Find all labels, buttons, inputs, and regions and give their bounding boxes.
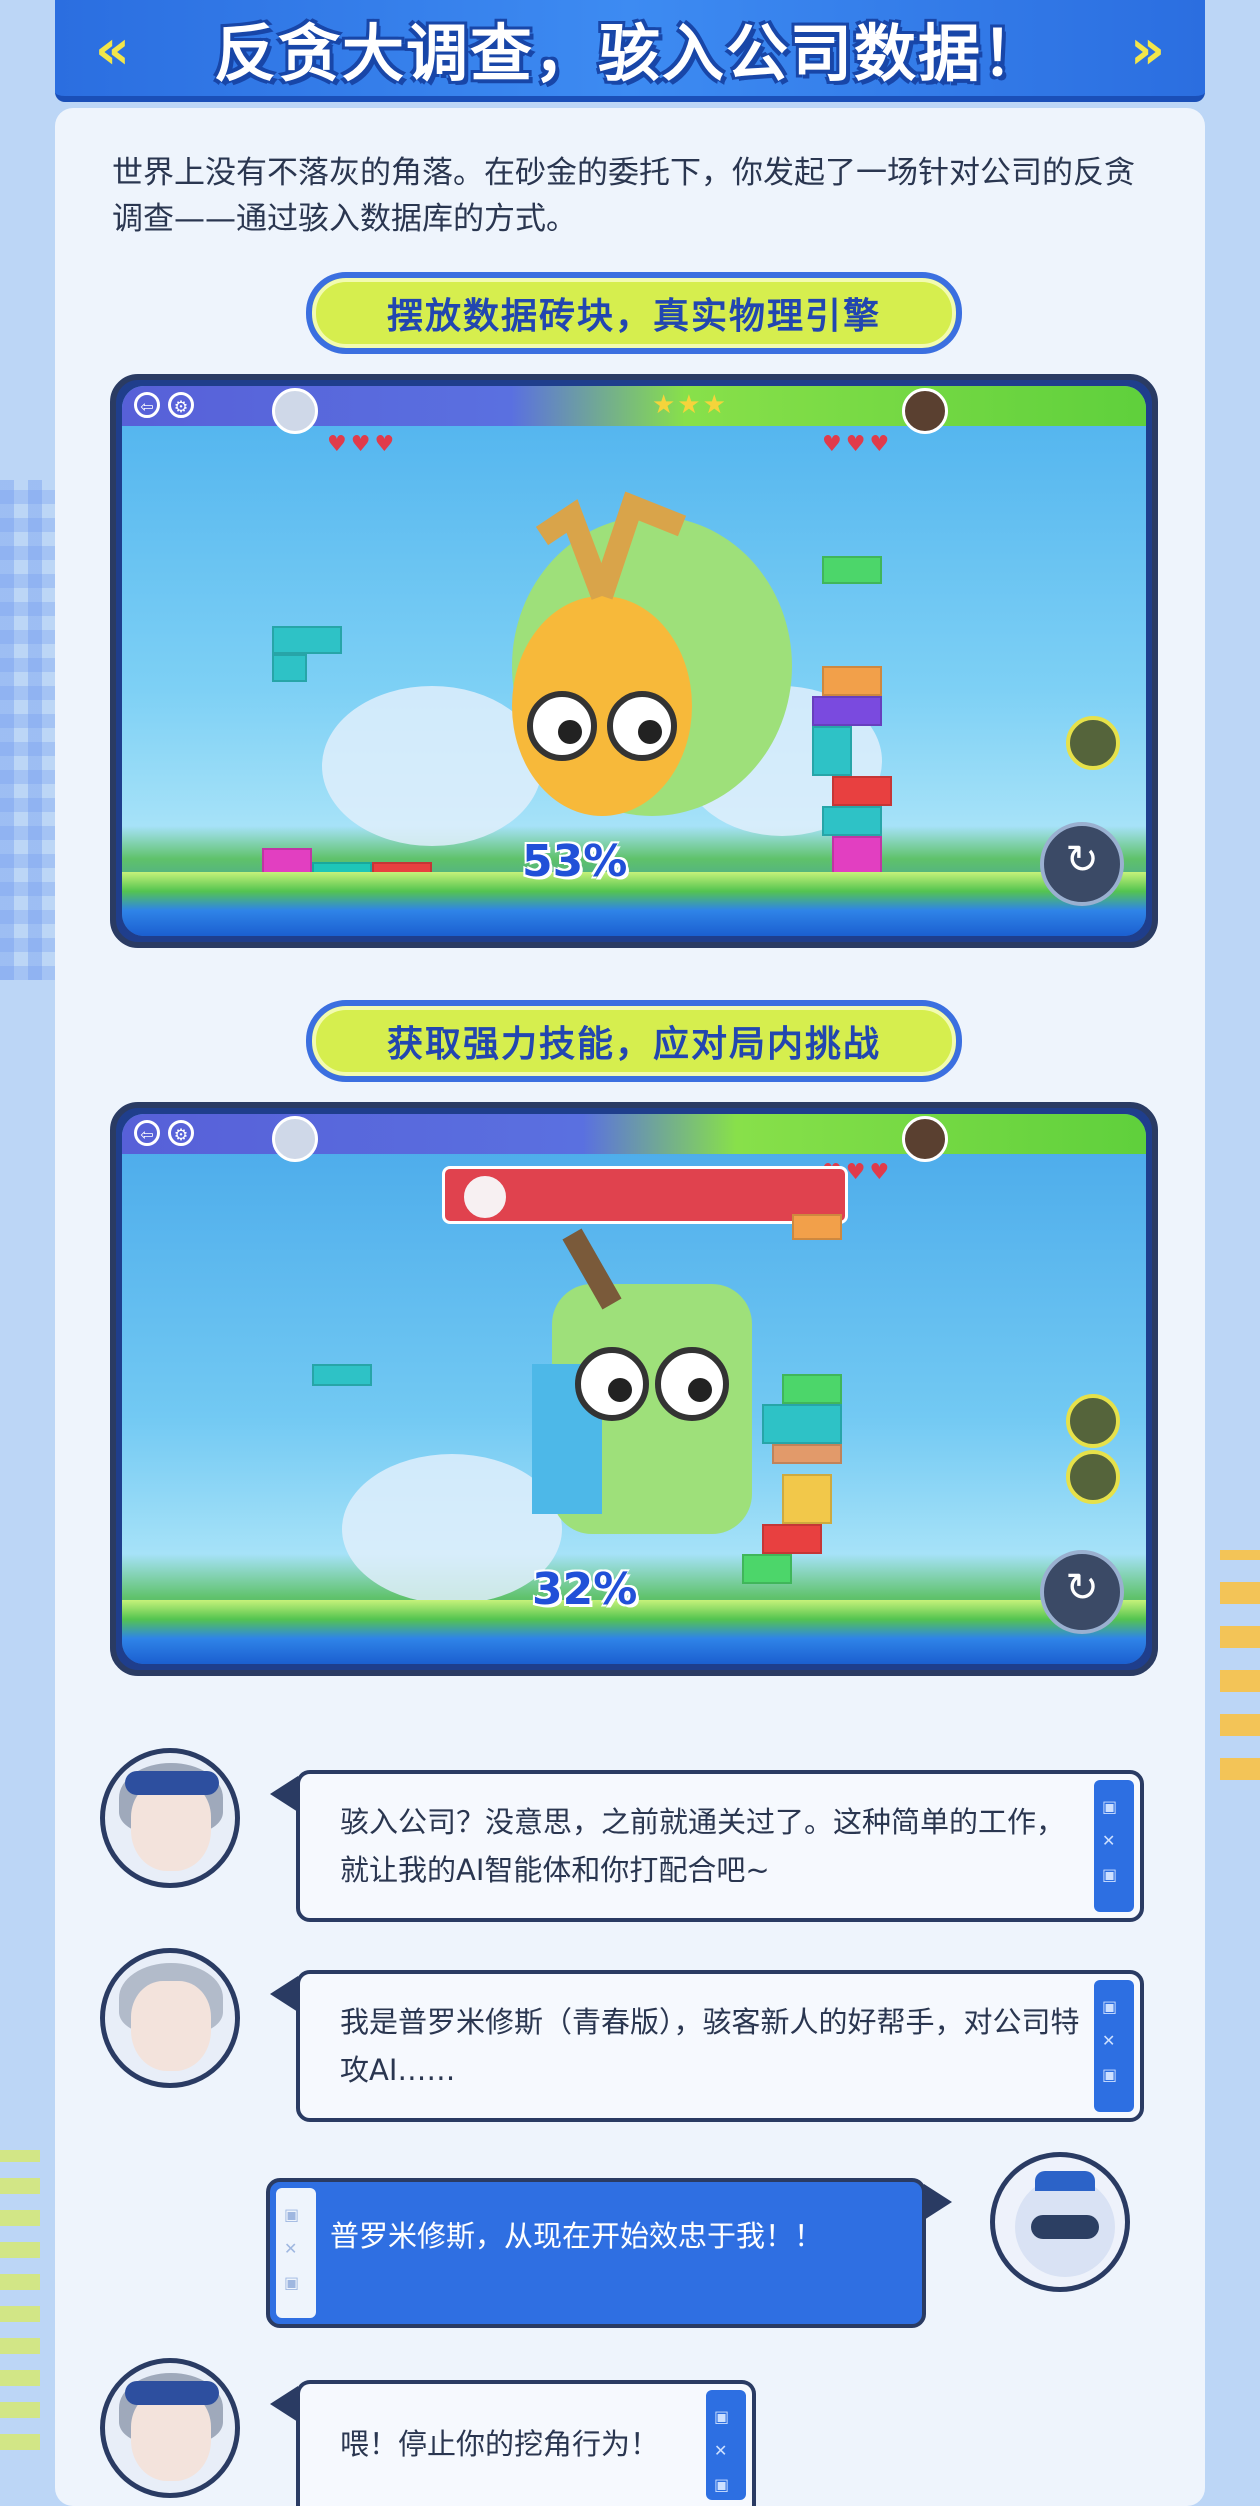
chevron-left-icon: «: [95, 18, 130, 81]
bubble-tail: [924, 2184, 952, 2220]
chat-message: 普罗米修斯，从现在开始效忠于我！！: [330, 2219, 824, 2253]
bubble-decoration: [1094, 1780, 1134, 1912]
sprout-creature: [532, 1228, 752, 1534]
chat-bubble: 骇入公司？没意思，之前就通关过了。这种简单的工作，就让我的AI智能体和你打配合吧…: [296, 1770, 1144, 1922]
raccoon-avatar: [990, 2152, 1130, 2292]
chat-message: 骇入公司？没意思，之前就通关过了。这种简单的工作，就让我的AI智能体和你打配合吧…: [340, 1805, 1066, 1887]
skill-slot-icon[interactable]: [1066, 1450, 1120, 1504]
settings-icon: ⚙: [168, 1120, 194, 1146]
header-banner: « 反贪大调查，骇入公司数据！ »: [55, 0, 1205, 102]
exit-icon: ⇦: [134, 392, 160, 418]
section-2-heading: 获取强力技能，应对局内挑战: [306, 1000, 962, 1082]
silver-wolf-avatar: [100, 1748, 240, 1888]
prometheus-avatar: [100, 1948, 240, 2088]
bubble-decoration: [706, 2390, 746, 2502]
chat-message: 喂！停止你的挖角行为！: [340, 2427, 660, 2461]
right-pixel-decoration: [1220, 1550, 1260, 1780]
bubble-tail: [270, 1776, 298, 1812]
opponent-hearts: ♥♥♥: [822, 432, 894, 457]
chat-bubble: 我是普罗米修斯（青春版），骇客新人的好帮手，对公司特攻AI……: [296, 1970, 1144, 2122]
chevron-right-icon: »: [1130, 18, 1165, 81]
intro-paragraph: 世界上没有不落灰的角落。在砂金的委托下，你发起了一场针对公司的反贪调查——通过骇…: [112, 155, 1135, 237]
player-avatar: [272, 1116, 318, 1162]
settings-icon: ⚙: [168, 392, 194, 418]
gameplay-screenshot-2: ⇦ ⚙ ♥♥♥ 32% ↻: [110, 1102, 1158, 1676]
player-avatar: [272, 388, 318, 434]
chat-bubble-right: 普罗米修斯，从现在开始效忠于我！！: [266, 2178, 926, 2328]
opponent-avatar: [902, 1116, 948, 1162]
progress-percent: 32%: [532, 1564, 638, 1615]
opponent-avatar: [902, 388, 948, 434]
silver-wolf-avatar: [100, 2358, 240, 2498]
skill-slot-icon[interactable]: [1066, 1394, 1120, 1448]
skill-slot-icon[interactable]: [1066, 716, 1120, 770]
chat-message: 我是普罗米修斯（青春版），骇客新人的好帮手，对公司特攻AI……: [340, 2005, 1080, 2087]
player-hearts: ♥♥♥: [327, 432, 399, 457]
star-rating-icon: ★★★: [652, 390, 728, 420]
left-pixel-decoration-lower: [0, 2150, 40, 2450]
sprout-creature: [512, 491, 792, 816]
progress-percent: 53%: [522, 836, 628, 887]
bubble-decoration: [1094, 1980, 1134, 2112]
chat-bubble: 喂！停止你的挖角行为！: [296, 2380, 756, 2506]
page-title: 反贪大调查，骇入公司数据！: [213, 17, 1046, 90]
exit-icon: ⇦: [134, 1120, 160, 1146]
left-pixel-decoration: [0, 480, 60, 980]
bubble-tail: [270, 1976, 298, 2012]
gameplay-screenshot-1: ⇦ ⚙ ♥♥♥ ★★★ ♥♥♥ 53% ↻: [110, 374, 1158, 948]
section-1-heading: 摆放数据砖块，真实物理引擎: [306, 272, 962, 354]
bubble-tail: [270, 2386, 298, 2422]
bubble-decoration: [276, 2188, 316, 2318]
rotate-button[interactable]: ↻: [1040, 822, 1124, 906]
rotate-button[interactable]: ↻: [1040, 1550, 1124, 1634]
ground-strip: [122, 872, 1146, 936]
